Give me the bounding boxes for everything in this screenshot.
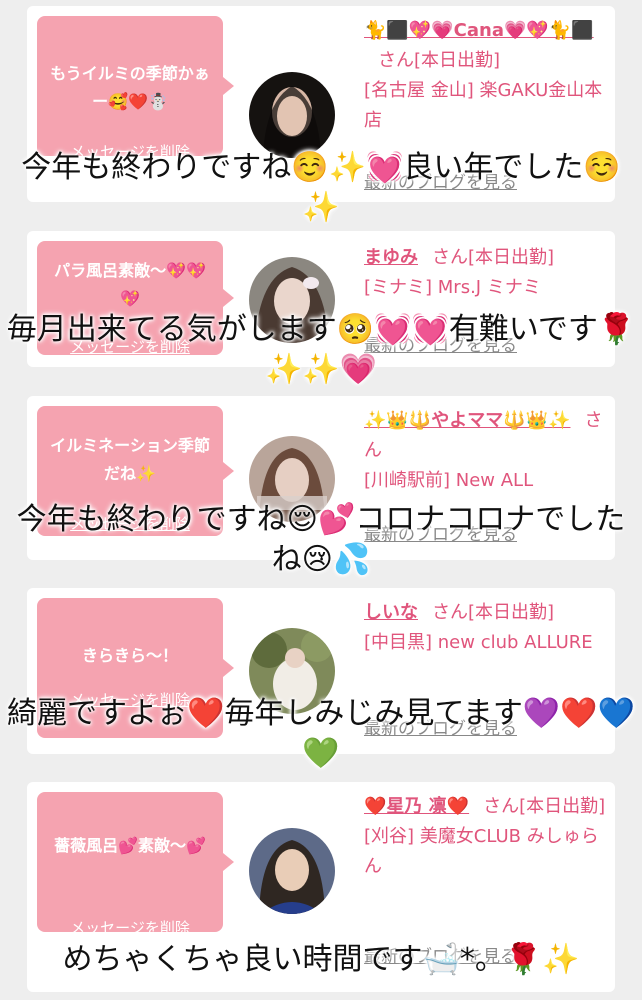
overlay-caption: 綺麗ですよぉ❤️毎年しみじみ見てます💜❤️💙💚 xyxy=(7,696,635,771)
cast-name-link[interactable]: ❤️星乃 凛❤️ xyxy=(364,796,469,817)
overlay-caption: 今年も終わりですね😌💕コロナコロナでしたね😢💦 xyxy=(16,502,626,577)
cast-name-link[interactable]: まゆみ xyxy=(364,247,418,268)
shop-name: [名古屋 金山] 楽GAKU金山本店 xyxy=(364,80,603,131)
cast-status: さん[本日出勤] xyxy=(483,796,606,817)
cast-info: まゆみ さん[本日出勤] [ミナミ] Mrs.J ミナミ xyxy=(364,243,609,303)
cast-status: さん[本日出勤] xyxy=(378,50,501,71)
cast-info: ❤️星乃 凛❤️ さん[本日出勤] [刈谷] 美魔女CLUB みしゅらん xyxy=(364,792,609,882)
message-bubble: もうイルミの季節かぁー🥰❤️☃️ メッセージを削除 xyxy=(37,16,234,161)
shop-name: [川崎駅前] New ALL xyxy=(364,470,534,491)
cast-name-link[interactable]: 🐈⬛💖💗Cana💗💖🐈⬛ xyxy=(364,20,594,41)
message-text: きらきら〜！ xyxy=(81,646,178,665)
overlay-caption: めちゃくちゃ良い時間です🛁*。🌹✨ xyxy=(62,942,580,977)
shop-name: [刈谷] 美魔女CLUB みしゅらん xyxy=(364,826,599,877)
avatar[interactable] xyxy=(249,72,335,158)
cast-name-link[interactable]: ✨👑🔱やよママ🔱👑✨ xyxy=(364,410,570,431)
shop-name: [中目黒] new club ALLURE xyxy=(364,632,593,653)
message-text: もうイルミの季節かぁー🥰❤️☃️ xyxy=(50,64,210,111)
cast-info: ✨👑🔱やよママ🔱👑✨ さん [川崎駅前] New ALL xyxy=(364,406,609,496)
cast-status: さん[本日出勤] xyxy=(432,247,555,268)
avatar-photo xyxy=(249,828,335,914)
overlay-caption: 毎月出来てる気がします🥺💓💓有難いです🌹✨✨💗 xyxy=(6,312,636,387)
cast-info: 🐈⬛💖💗Cana💗💖🐈⬛ さん[本日出勤] [名古屋 金山] 楽GAKU金山本店 xyxy=(364,16,609,136)
avatar-photo xyxy=(249,72,335,158)
message-text: 薔薇風呂💕素敵〜💕 xyxy=(54,836,206,855)
cast-name-link[interactable]: しいな xyxy=(364,602,418,623)
message-text: イルミネーション季節だね✨ xyxy=(50,436,210,483)
cast-info: しいな さん[本日出勤] [中目黒] new club ALLURE xyxy=(364,598,609,658)
overlay-caption: 今年も終わりですね☺️✨💓良い年でした☺️✨ xyxy=(21,150,621,225)
message-text: パラ風呂素敵〜💖💖💖 xyxy=(54,261,206,308)
message-bubble: 薔薇風呂💕素敵〜💕 メッセージを削除 xyxy=(37,792,234,937)
delete-message-link[interactable]: メッセージを削除 xyxy=(37,914,223,942)
avatar[interactable] xyxy=(249,828,335,914)
shop-name: [ミナミ] Mrs.J ミナミ xyxy=(364,277,541,298)
cast-status: さん[本日出勤] xyxy=(432,602,555,623)
